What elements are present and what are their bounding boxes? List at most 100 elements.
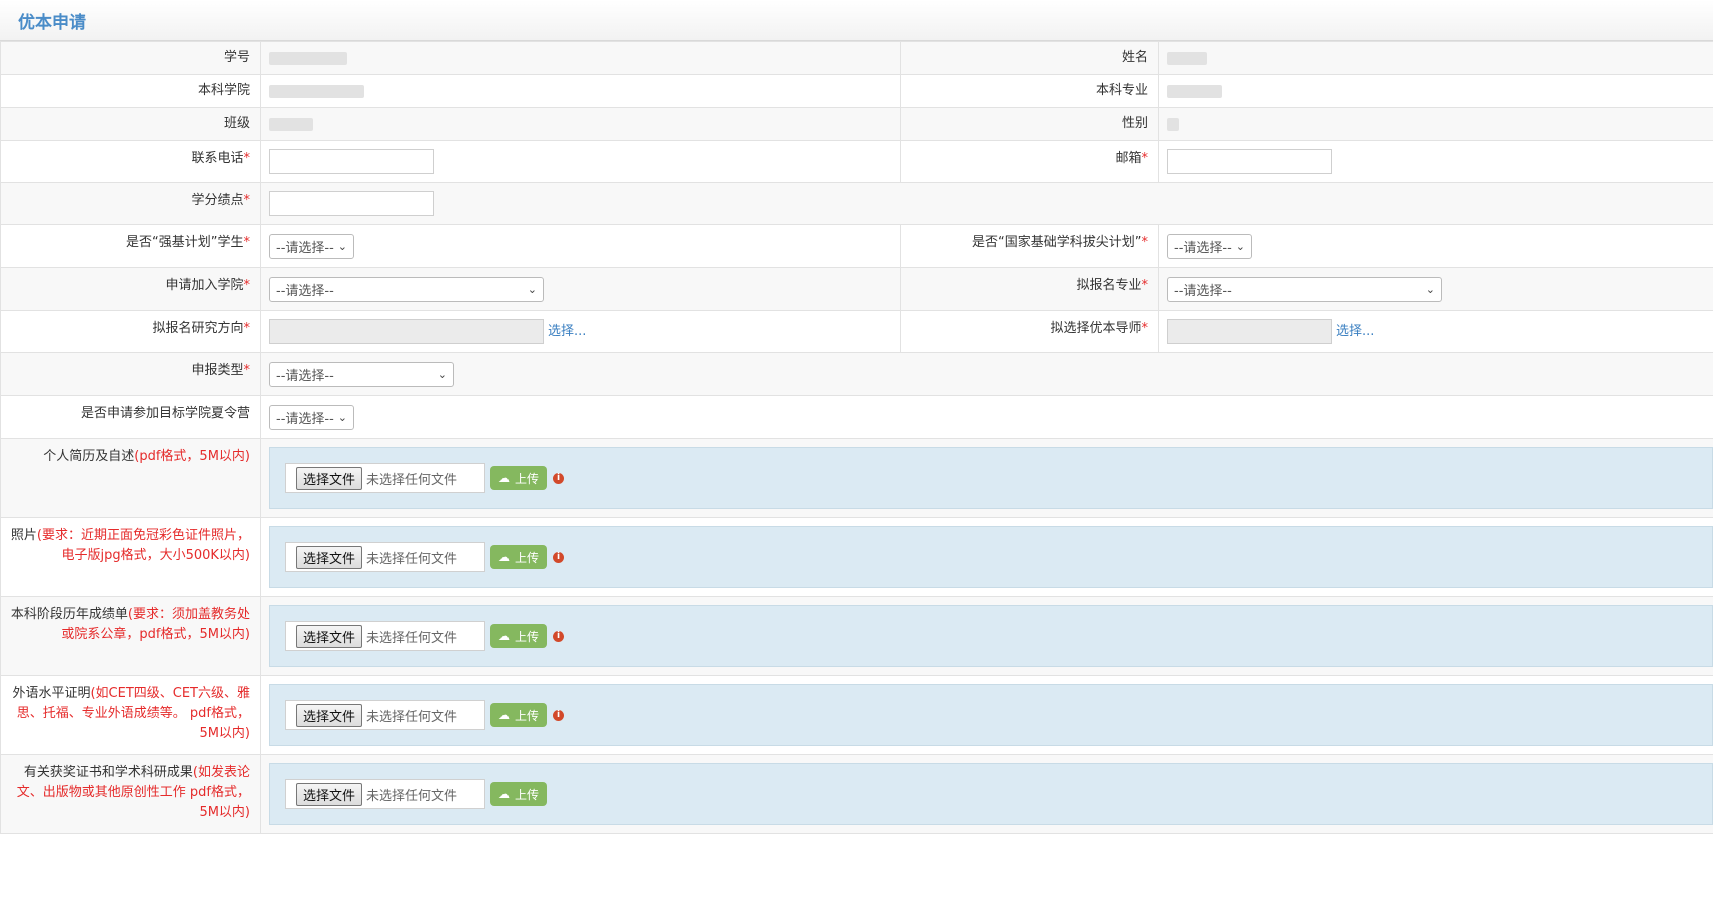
target-major-select[interactable]: --请选择-- ⌄ [1167,276,1442,302]
select-value: --请选择-- [1174,240,1232,256]
chevron-down-icon: ⌄ [337,239,347,253]
upload-note: (pdf格式，5M以内) [134,449,250,464]
upload-button-label: 上传 [515,708,540,723]
required-mark: * [1141,278,1149,293]
application-form: 学号 姓名 本科学院 本科专业 班级 性别 联系电话* 邮箱* 学分绩点* 是否… [0,41,1713,834]
upload-box: 选择文件 未选择任何文件 ☁ 上传 i [269,447,1713,509]
summer-camp-select[interactable]: --请选择-- ⌄ [269,404,354,430]
info-icon[interactable]: i [553,551,565,563]
choose-file-button[interactable]: 选择文件 [296,782,363,806]
label-class: 班级 [223,116,250,131]
upload-label: 本科阶段历年成绩单 [10,607,128,622]
college-value [269,84,364,98]
select-value: --请选择-- [1174,283,1232,299]
row-phone: 联系电话* 邮箱* [0,140,1713,183]
choose-file-button[interactable]: 选择文件 [296,466,363,490]
select-value: --请选择-- [276,368,334,384]
upload-button[interactable]: ☁ 上传 [490,466,548,490]
info-icon[interactable]: i [553,709,565,721]
required-mark: * [243,278,251,293]
file-input[interactable]: 选择文件 未选择任何文件 [285,542,485,572]
upload-box: 选择文件 未选择任何文件 ☁ 上传 i [269,684,1713,746]
cloud-upload-icon: ☁ [498,787,510,801]
label-national-plan: 是否“国家基础学科拔尖计划” [972,235,1142,250]
upload-button[interactable]: ☁ 上传 [490,703,548,727]
chevron-down-icon: ⌄ [437,367,447,381]
phone-input[interactable] [269,149,434,174]
file-status: 未选择任何文件 [366,472,458,488]
student-id-value [269,51,347,65]
label-email: 邮箱 [1115,151,1142,166]
file-status: 未选择任何文件 [366,788,458,804]
choose-supervisor-link[interactable]: 选择... [1336,324,1374,339]
choose-direction-link[interactable]: 选择... [548,324,586,339]
class-value [269,117,313,131]
label-research-direction: 拟报名研究方向 [152,321,244,336]
upload-button[interactable]: ☁ 上传 [490,782,548,806]
required-mark: * [243,235,251,250]
required-mark: * [243,151,251,166]
label-supervisor: 拟选择优本导师 [1050,321,1142,336]
label-join-college: 申请加入学院 [165,278,244,293]
page-header: 优本申请 [0,0,1713,41]
row-upload-awards: 有关获奖证书和学术科研成果(如发表论文、出版物或其他原创性工作 pdf格式，5M… [0,754,1713,834]
gender-value [1167,117,1179,131]
join-college-select[interactable]: --请选择-- ⌄ [269,276,544,302]
chevron-down-icon: ⌄ [527,282,537,296]
label-qiangji: 是否“强基计划”学生 [126,235,244,250]
label-name: 姓名 [1121,50,1148,65]
select-value: --请选择-- [276,411,334,427]
row-upload-photo: 照片(要求：近期正面免冠彩色证件照片，电子版jpg格式，大小500K以内) 选择… [0,517,1713,597]
file-input[interactable]: 选择文件 未选择任何文件 [285,779,485,809]
upload-button[interactable]: ☁ 上传 [490,624,548,648]
row-upload-language: 外语水平证明(如CET四级、CET六级、雅思、托福、专业外语成绩等。 pdf格式… [0,675,1713,755]
file-input[interactable]: 选择文件 未选择任何文件 [285,700,485,730]
choose-file-button[interactable]: 选择文件 [296,703,363,727]
label-student-id: 学号 [223,50,250,65]
select-value: --请选择-- [276,283,334,299]
upload-button-label: 上传 [515,629,540,644]
label-apply-type: 申报类型 [191,363,244,378]
required-mark: * [243,193,251,208]
row-gpa: 学分绩点* [0,182,1713,225]
required-mark: * [1141,151,1149,166]
upload-box: 选择文件 未选择任何文件 ☁ 上传 [269,763,1713,825]
label-gpa: 学分绩点 [191,193,244,208]
label-phone: 联系电话 [191,151,244,166]
info-icon[interactable]: i [553,472,565,484]
page-title: 优本申请 [18,12,86,33]
info-icon[interactable]: i [553,630,565,642]
file-status: 未选择任何文件 [366,709,458,725]
choose-file-button[interactable]: 选择文件 [296,545,363,569]
upload-label: 个人简历及自述 [43,449,135,464]
file-status: 未选择任何文件 [366,630,458,646]
national-plan-select[interactable]: --请选择-- ⌄ [1167,233,1252,259]
supervisor-input [1167,319,1332,344]
qiangji-select[interactable]: --请选择-- ⌄ [269,233,354,259]
gpa-input[interactable] [269,191,434,216]
select-value: --请选择-- [276,240,334,256]
row-upload-transcript: 本科阶段历年成绩单(要求：须加盖教务处或院系公章，pdf格式，5M以内) 选择文… [0,596,1713,676]
upload-label: 外语水平证明 [12,686,91,701]
label-target-major: 拟报名专业 [1076,278,1142,293]
row-apply-type: 申报类型* --请选择-- ⌄ [0,352,1713,396]
choose-file-button[interactable]: 选择文件 [296,624,363,648]
upload-button-label: 上传 [515,471,540,486]
row-target: 申请加入学院* --请选择-- ⌄ 拟报名专业* --请选择-- ⌄ [0,267,1713,311]
name-value [1167,51,1207,65]
file-input[interactable]: 选择文件 未选择任何文件 [285,621,485,651]
row-class: 班级 性别 [0,107,1713,141]
email-input[interactable] [1167,149,1332,174]
row-college: 本科学院 本科专业 [0,74,1713,108]
row-student-id: 学号 姓名 [0,41,1713,75]
row-plans: 是否“强基计划”学生* --请选择-- ⌄ 是否“国家基础学科拔尖计划”* --请… [0,224,1713,268]
row-direction: 拟报名研究方向* 选择... 拟选择优本导师* 选择... [0,310,1713,353]
apply-type-select[interactable]: --请选择-- ⌄ [269,361,454,387]
cloud-upload-icon: ☁ [498,629,510,643]
file-input[interactable]: 选择文件 未选择任何文件 [285,463,485,493]
label-major: 本科专业 [1095,83,1148,98]
row-summer-camp: 是否申请参加目标学院夏令营 --请选择-- ⌄ [0,395,1713,439]
required-mark: * [1141,235,1149,250]
upload-button[interactable]: ☁ 上传 [490,545,548,569]
upload-label: 照片 [10,528,37,543]
